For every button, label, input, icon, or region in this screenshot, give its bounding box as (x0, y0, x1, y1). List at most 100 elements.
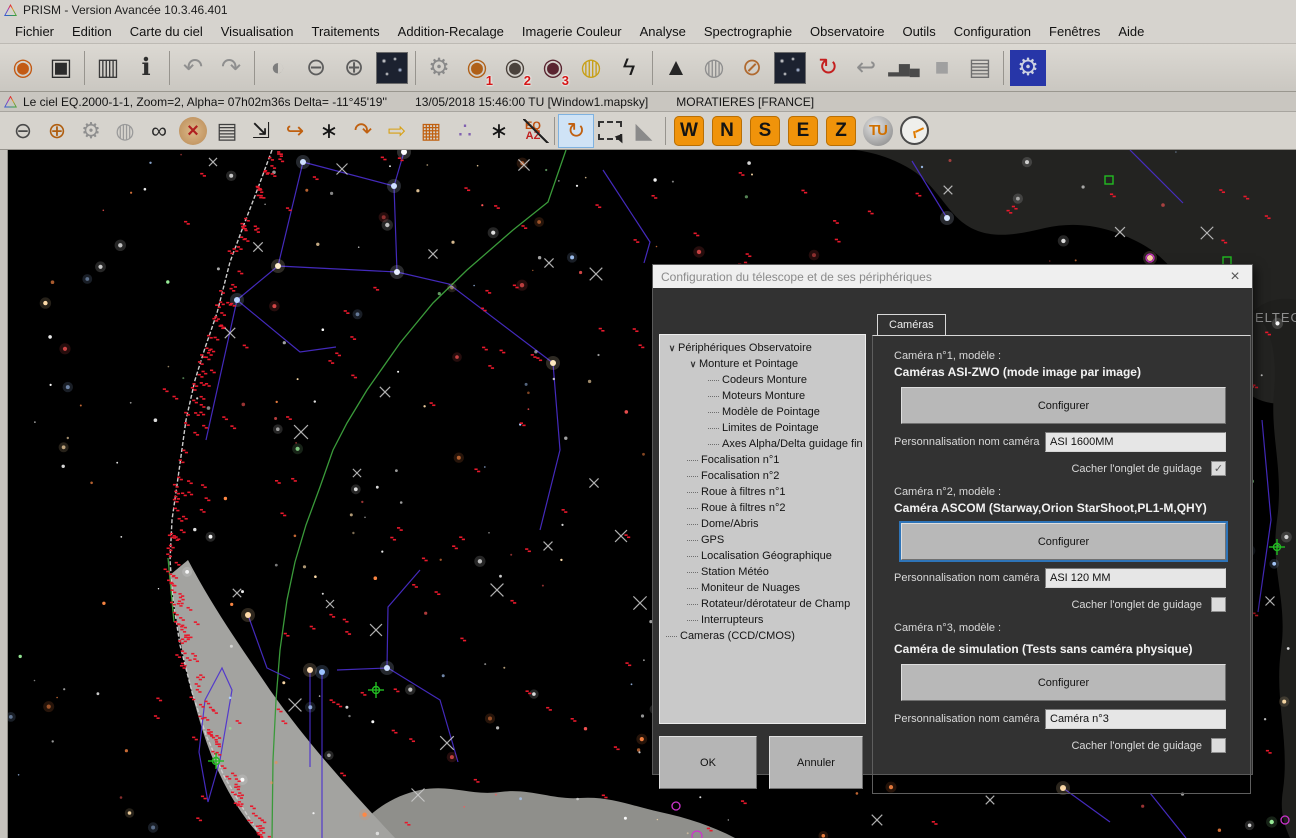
tree-item-2[interactable]: Codeurs Monture (662, 372, 863, 388)
advance-time-icon[interactable]: ⇨ (380, 115, 414, 147)
cancel-button[interactable]: Annuler (769, 736, 863, 789)
acquisition-camera-icon[interactable]: ◉ (4, 47, 42, 89)
menu-item-carte-du-ciel[interactable]: Carte du ciel (121, 21, 212, 42)
histogram-3d-icon[interactable]: ▂▆▄ (885, 47, 923, 89)
menu-item-edition[interactable]: Edition (63, 21, 121, 42)
camera-name-input[interactable] (1045, 709, 1226, 729)
menu-item-aide[interactable]: Aide (1109, 21, 1153, 42)
image-list-icon[interactable]: ▥ (89, 47, 127, 89)
delete-object-icon[interactable]: × (176, 115, 210, 147)
dome-icon[interactable]: ▲ (657, 47, 695, 89)
binoculars-icon[interactable]: ∞ (142, 115, 176, 147)
sky-sphere-icon[interactable]: ◍ (108, 115, 142, 147)
eq-az-toggle-icon[interactable]: EQAZ (516, 115, 550, 147)
menu-item-fichier[interactable]: Fichier (6, 21, 63, 42)
rotate-image-icon[interactable]: ↻ (809, 47, 847, 89)
menu-item-traitements[interactable]: Traitements (303, 21, 389, 42)
reduce-view-2-icon[interactable]: ∗ (482, 115, 516, 147)
flash-icon[interactable]: ϟ (610, 47, 648, 89)
menu-item-observatoire[interactable]: Observatoire (801, 21, 893, 42)
reduce-view-icon[interactable]: ∗ (312, 115, 346, 147)
tree-item-18[interactable]: Cameras (CCD/CMOS) (662, 628, 863, 644)
hide-guiding-checkbox[interactable]: ✓ (1211, 461, 1226, 476)
tree-item-5[interactable]: Limites de Pointage (662, 420, 863, 436)
configure-button[interactable]: Configurer (901, 387, 1226, 424)
camera-3-icon[interactable]: ◉3 (534, 47, 572, 89)
menu-item-outils[interactable]: Outils (893, 21, 944, 42)
collimation-icon[interactable]: ⊘ (733, 47, 771, 89)
polyline-arrow-icon[interactable]: ↩ (847, 47, 885, 89)
zoom-in-icon[interactable]: ⊕ (40, 115, 74, 147)
tree-item-9[interactable]: Roue à filtres n°1 (662, 484, 863, 500)
menu-item-configuration[interactable]: Configuration (945, 21, 1040, 42)
menu-item-analyse[interactable]: Analyse (631, 21, 695, 42)
close-icon[interactable]: × (1218, 265, 1252, 288)
tree-item-12[interactable]: GPS (662, 532, 863, 548)
universal-time-globe-icon[interactable]: TU (863, 116, 893, 146)
save-icon[interactable]: ▣ (42, 47, 80, 89)
tree-item-3[interactable]: Moteurs Monture (662, 388, 863, 404)
menu-item-addition-recalage[interactable]: Addition-Recalage (389, 21, 513, 42)
chevron-down-icon[interactable]: ∨ (666, 343, 678, 354)
hide-guiding-checkbox[interactable] (1211, 738, 1226, 753)
camera-2-icon[interactable]: ◉2 (496, 47, 534, 89)
tree-item-14[interactable]: Station Météo (662, 564, 863, 580)
camera-name-input[interactable] (1045, 568, 1226, 588)
expand-view-icon[interactable]: ⇲ (244, 115, 278, 147)
configure-button[interactable]: Configurer (901, 523, 1226, 560)
flip-arrow-icon[interactable]: ↪ (278, 115, 312, 147)
tree-item-16[interactable]: Rotateur/dérotateur de Champ (662, 596, 863, 612)
rotate-selection-icon[interactable]: ↻ (559, 115, 593, 147)
measure-angle-icon[interactable]: ◣ (627, 115, 661, 147)
clock-icon[interactable] (900, 116, 929, 145)
menu-item-spectrographie[interactable]: Spectrographie (695, 21, 801, 42)
select-region-icon[interactable] (593, 115, 627, 147)
tree-item-1[interactable]: ∨Monture et Pointage (662, 356, 863, 372)
compass-zenith-button[interactable]: Z (826, 116, 856, 146)
tree-item-7[interactable]: Focalisation n°1 (662, 452, 863, 468)
tab-cameras[interactable]: Caméras (877, 314, 946, 335)
compass-west-button[interactable]: W (674, 116, 704, 146)
solar-system-icon[interactable]: ∴ (448, 115, 482, 147)
info-icon[interactable]: ℹ (127, 47, 165, 89)
zoom-out-icon[interactable]: ⊖ (6, 115, 40, 147)
gray-frame-icon[interactable]: ■ (923, 47, 961, 89)
tree-item-15[interactable]: Moniteur de Nuages (662, 580, 863, 596)
celestial-sphere-icon[interactable]: ◍ (695, 47, 733, 89)
tree-item-13[interactable]: Localisation Géographique (662, 548, 863, 564)
camera-name-input[interactable] (1045, 432, 1226, 452)
redo-icon[interactable]: ↷ (212, 47, 250, 89)
gear-hand-icon[interactable]: ⚙ (74, 115, 108, 147)
preview-image-icon[interactable] (373, 47, 411, 89)
filter-wheel-2-icon[interactable]: ◍ (572, 47, 610, 89)
ok-button[interactable]: OK (659, 736, 757, 789)
tree-item-0[interactable]: ∨Périphériques Observatoire (662, 340, 863, 356)
compass-north-button[interactable]: N (712, 116, 742, 146)
zoom-out-icon[interactable]: ⊖ (297, 47, 335, 89)
rotate-field-icon[interactable]: ↷ (346, 115, 380, 147)
tree-item-11[interactable]: Dome/Abris (662, 516, 863, 532)
ephemeris-table-icon[interactable]: ▦ (414, 115, 448, 147)
compass-east-button[interactable]: E (788, 116, 818, 146)
star-field-icon[interactable] (771, 47, 809, 89)
menu-item-imagerie-couleur[interactable]: Imagerie Couleur (513, 21, 631, 42)
setup-gears-icon[interactable]: ⚙ (1010, 50, 1046, 86)
tree-item-8[interactable]: Focalisation n°2 (662, 468, 863, 484)
compass-south-button[interactable]: S (750, 116, 780, 146)
print-icon[interactable]: ▤ (210, 115, 244, 147)
hide-guiding-checkbox[interactable] (1211, 597, 1226, 612)
chevron-down-icon[interactable]: ∨ (687, 359, 699, 370)
configure-button[interactable]: Configurer (901, 664, 1226, 701)
filter-wheel-icon[interactable]: ⚙ (420, 47, 458, 89)
tree-item-4[interactable]: Modèle de Pointage (662, 404, 863, 420)
menu-item-visualisation[interactable]: Visualisation (212, 21, 303, 42)
tree-item-6[interactable]: Axes Alpha/Delta guidage fin (662, 436, 863, 452)
zoom-in-icon[interactable]: ⊕ (335, 47, 373, 89)
dialog-titlebar[interactable]: Configuration du télescope et de ses pér… (653, 265, 1252, 288)
contrast-icon[interactable]: ◐ (259, 47, 297, 89)
menu-item-fen-tres[interactable]: Fenêtres (1040, 21, 1109, 42)
camera-1-icon[interactable]: ◉1 (458, 47, 496, 89)
profile-cut-icon[interactable]: ▤ (961, 47, 999, 89)
tree-item-10[interactable]: Roue à filtres n°2 (662, 500, 863, 516)
tree-item-17[interactable]: Interrupteurs (662, 612, 863, 628)
